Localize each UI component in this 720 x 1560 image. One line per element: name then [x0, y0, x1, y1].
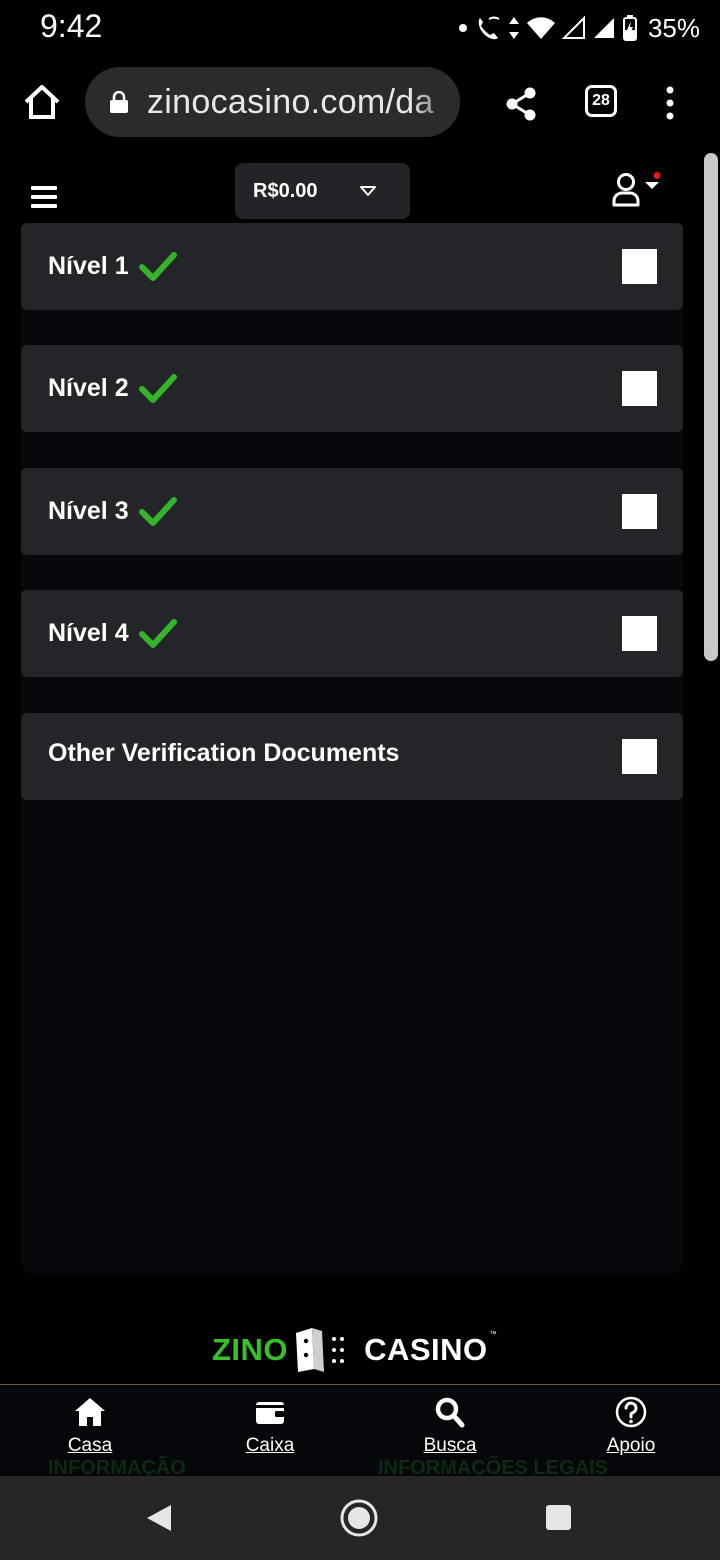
- level-row-3[interactable]: Nível 3: [21, 468, 683, 555]
- logo-trademark: ™: [489, 1331, 497, 1338]
- search-icon: [435, 1397, 465, 1428]
- logo-text-zino: ZINO: [212, 1332, 289, 1367]
- user-account-icon[interactable]: [612, 172, 664, 208]
- lock-icon: [110, 91, 128, 113]
- status-time: 9:42: [40, 8, 103, 44]
- wifi-icon: [526, 17, 555, 39]
- share-icon[interactable]: [504, 86, 538, 122]
- level-checkbox[interactable]: [622, 739, 657, 774]
- balance-amount: R$0.00: [253, 180, 318, 202]
- level-row-2[interactable]: Nível 2: [21, 345, 683, 432]
- level-label: Nível 1: [48, 249, 177, 283]
- wallet-icon: [256, 1402, 284, 1424]
- url-bar[interactable]: zinocasino.com/da: [85, 67, 460, 137]
- nav-apoio[interactable]: Apoio: [571, 1395, 691, 1457]
- browser-toolbar: zinocasino.com/da 28: [0, 56, 720, 150]
- url-fade: [410, 67, 460, 137]
- notification-dot-icon: [458, 24, 467, 32]
- help-icon: [615, 1396, 647, 1428]
- level-title: Nível 2: [48, 373, 129, 402]
- level-checkbox[interactable]: [622, 494, 657, 529]
- check-icon: [138, 374, 177, 403]
- level-checkbox[interactable]: [622, 249, 657, 284]
- level-label: Other Verification Documents: [48, 739, 399, 768]
- scrollbar-thumb[interactable]: [704, 153, 718, 661]
- bottom-navigation: INFORMAÇÃO INFORMAÇÕES LEGAIS Casa Caixa…: [0, 1384, 720, 1479]
- level-row-4[interactable]: Nível 4: [21, 590, 683, 677]
- level-title: Nível 3: [48, 496, 129, 525]
- level-row-1[interactable]: Nível 1: [21, 223, 683, 310]
- level-checkbox[interactable]: [622, 616, 657, 651]
- level-label: Nível 4: [48, 616, 177, 650]
- system-navigation-bar: [0, 1476, 720, 1560]
- nav-label: Apoio: [606, 1435, 656, 1456]
- status-bar: 9:42 35%: [0, 0, 720, 56]
- level-label: Nível 3: [48, 494, 177, 528]
- home-icon: [75, 1398, 105, 1426]
- battery-percent: 35%: [647, 12, 700, 43]
- level-title: Other Verification Documents: [48, 739, 400, 767]
- level-title: Nível 4: [48, 618, 129, 647]
- battery-charging-icon: [622, 15, 637, 41]
- nav-caixa[interactable]: Caixa: [210, 1395, 330, 1457]
- balance-dropdown[interactable]: R$0.00: [235, 163, 410, 219]
- status-icons: 35%: [458, 12, 700, 44]
- check-icon: [138, 497, 177, 526]
- home-circle-icon[interactable]: [339, 1498, 379, 1538]
- home-icon[interactable]: [22, 82, 62, 122]
- overflow-menu-icon[interactable]: [662, 86, 678, 120]
- level-title: Nível 1: [48, 251, 129, 280]
- data-arrows-icon: [508, 17, 519, 39]
- nav-label: Busca: [423, 1435, 477, 1456]
- url-text: zinocasino.com/da: [147, 83, 434, 121]
- logo-text-casino: CASINO: [364, 1332, 488, 1367]
- tab-switcher-button[interactable]: 28: [585, 85, 617, 117]
- nav-busca[interactable]: Busca: [390, 1395, 510, 1457]
- nav-casa[interactable]: Casa: [30, 1395, 150, 1457]
- check-icon: [138, 252, 177, 281]
- level-row-other-documents[interactable]: Other Verification Documents: [21, 713, 683, 800]
- nav-label: Caixa: [245, 1435, 295, 1456]
- zino-casino-logo[interactable]: ZINO CASINO ™: [212, 1325, 497, 1375]
- nav-label: Casa: [67, 1435, 113, 1456]
- recents-icon[interactable]: [545, 1504, 572, 1531]
- chevron-down-icon: [360, 186, 376, 196]
- level-label: Nível 2: [48, 371, 177, 405]
- check-icon: [138, 619, 177, 648]
- hamburger-menu-icon[interactable]: [31, 186, 57, 208]
- dice-logo-icon: [296, 1328, 345, 1372]
- level-checkbox[interactable]: [622, 371, 657, 406]
- back-icon[interactable]: [145, 1503, 173, 1533]
- signal-icon: [593, 18, 614, 38]
- wifi-calling-icon: [478, 16, 500, 40]
- signal-empty-icon: [561, 16, 585, 39]
- page-content: R$0.00 Nível 1 Nível 2 Nível 3 Nível 4 O…: [0, 150, 705, 1476]
